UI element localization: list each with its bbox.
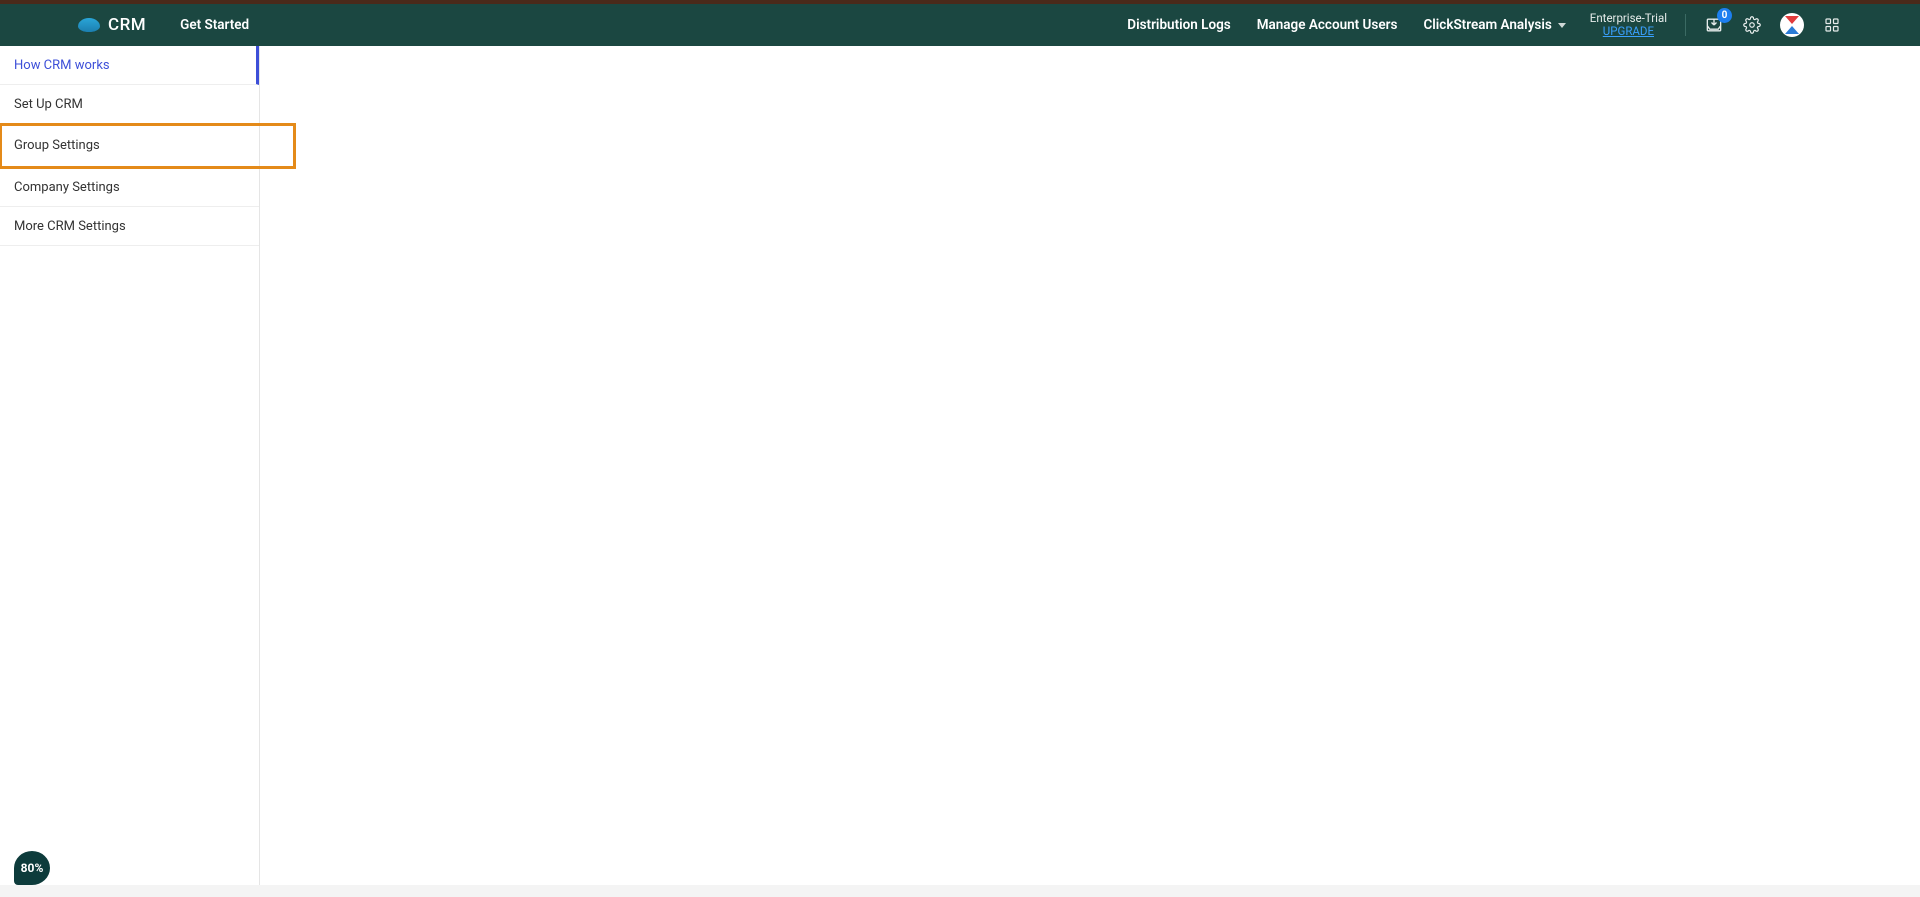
trial-info: Enterprise-Trial UPGRADE xyxy=(1590,12,1667,38)
sidebar-item-more-crm-settings[interactable]: More CRM Settings xyxy=(0,207,259,246)
sidebar-item-set-up-crm[interactable]: Set Up CRM xyxy=(0,85,259,124)
upgrade-link[interactable]: UPGRADE xyxy=(1590,25,1667,38)
nav-label: ClickStream Analysis xyxy=(1423,17,1551,33)
bottom-scroll-strip xyxy=(0,885,1920,897)
app-header: CRM Get Started Distribution Logs Manage… xyxy=(0,4,1920,46)
header-icon-group: 0 xyxy=(1704,13,1842,37)
apps-grid-icon xyxy=(1823,16,1841,34)
gear-icon xyxy=(1743,16,1761,34)
main-content xyxy=(260,46,1920,885)
sidebar-item-label: Company Settings xyxy=(14,180,120,195)
sidebar-item-label: Set Up CRM xyxy=(14,97,83,112)
nav-manage-account-users[interactable]: Manage Account Users xyxy=(1257,17,1398,33)
nav-distribution-logs[interactable]: Distribution Logs xyxy=(1127,17,1230,33)
body: How CRM works Set Up CRM Group Settings … xyxy=(0,46,1920,885)
nav-clickstream-analysis[interactable]: ClickStream Analysis xyxy=(1423,17,1565,33)
sidebar-item-label: More CRM Settings xyxy=(14,219,126,234)
sidebar-item-company-settings[interactable]: Company Settings xyxy=(0,168,259,207)
apps-grid-button[interactable] xyxy=(1822,15,1842,35)
brand-logo-icon xyxy=(78,18,100,32)
page-title[interactable]: Get Started xyxy=(180,17,249,33)
header-divider xyxy=(1685,14,1686,36)
user-avatar[interactable] xyxy=(1780,13,1804,37)
inbox-button[interactable]: 0 xyxy=(1704,15,1724,35)
sidebar-item-group-settings[interactable]: Group Settings xyxy=(0,124,295,168)
inbox-badge: 0 xyxy=(1717,8,1732,23)
settings-button[interactable] xyxy=(1742,15,1762,35)
nav-label: Distribution Logs xyxy=(1127,17,1230,33)
brand-name: CRM xyxy=(108,15,146,35)
setup-progress-bubble[interactable]: 80% xyxy=(14,851,50,885)
sidebar-item-how-crm-works[interactable]: How CRM works xyxy=(0,46,259,85)
nav-label: Manage Account Users xyxy=(1257,17,1398,33)
sidebar-item-label: How CRM works xyxy=(14,58,110,73)
brand[interactable]: CRM xyxy=(78,15,146,35)
chevron-down-icon xyxy=(1558,23,1566,28)
sidebar: How CRM works Set Up CRM Group Settings … xyxy=(0,46,260,885)
primary-nav: Distribution Logs Manage Account Users C… xyxy=(1127,17,1566,33)
sidebar-item-label: Group Settings xyxy=(14,138,100,153)
progress-value: 80% xyxy=(21,861,44,875)
